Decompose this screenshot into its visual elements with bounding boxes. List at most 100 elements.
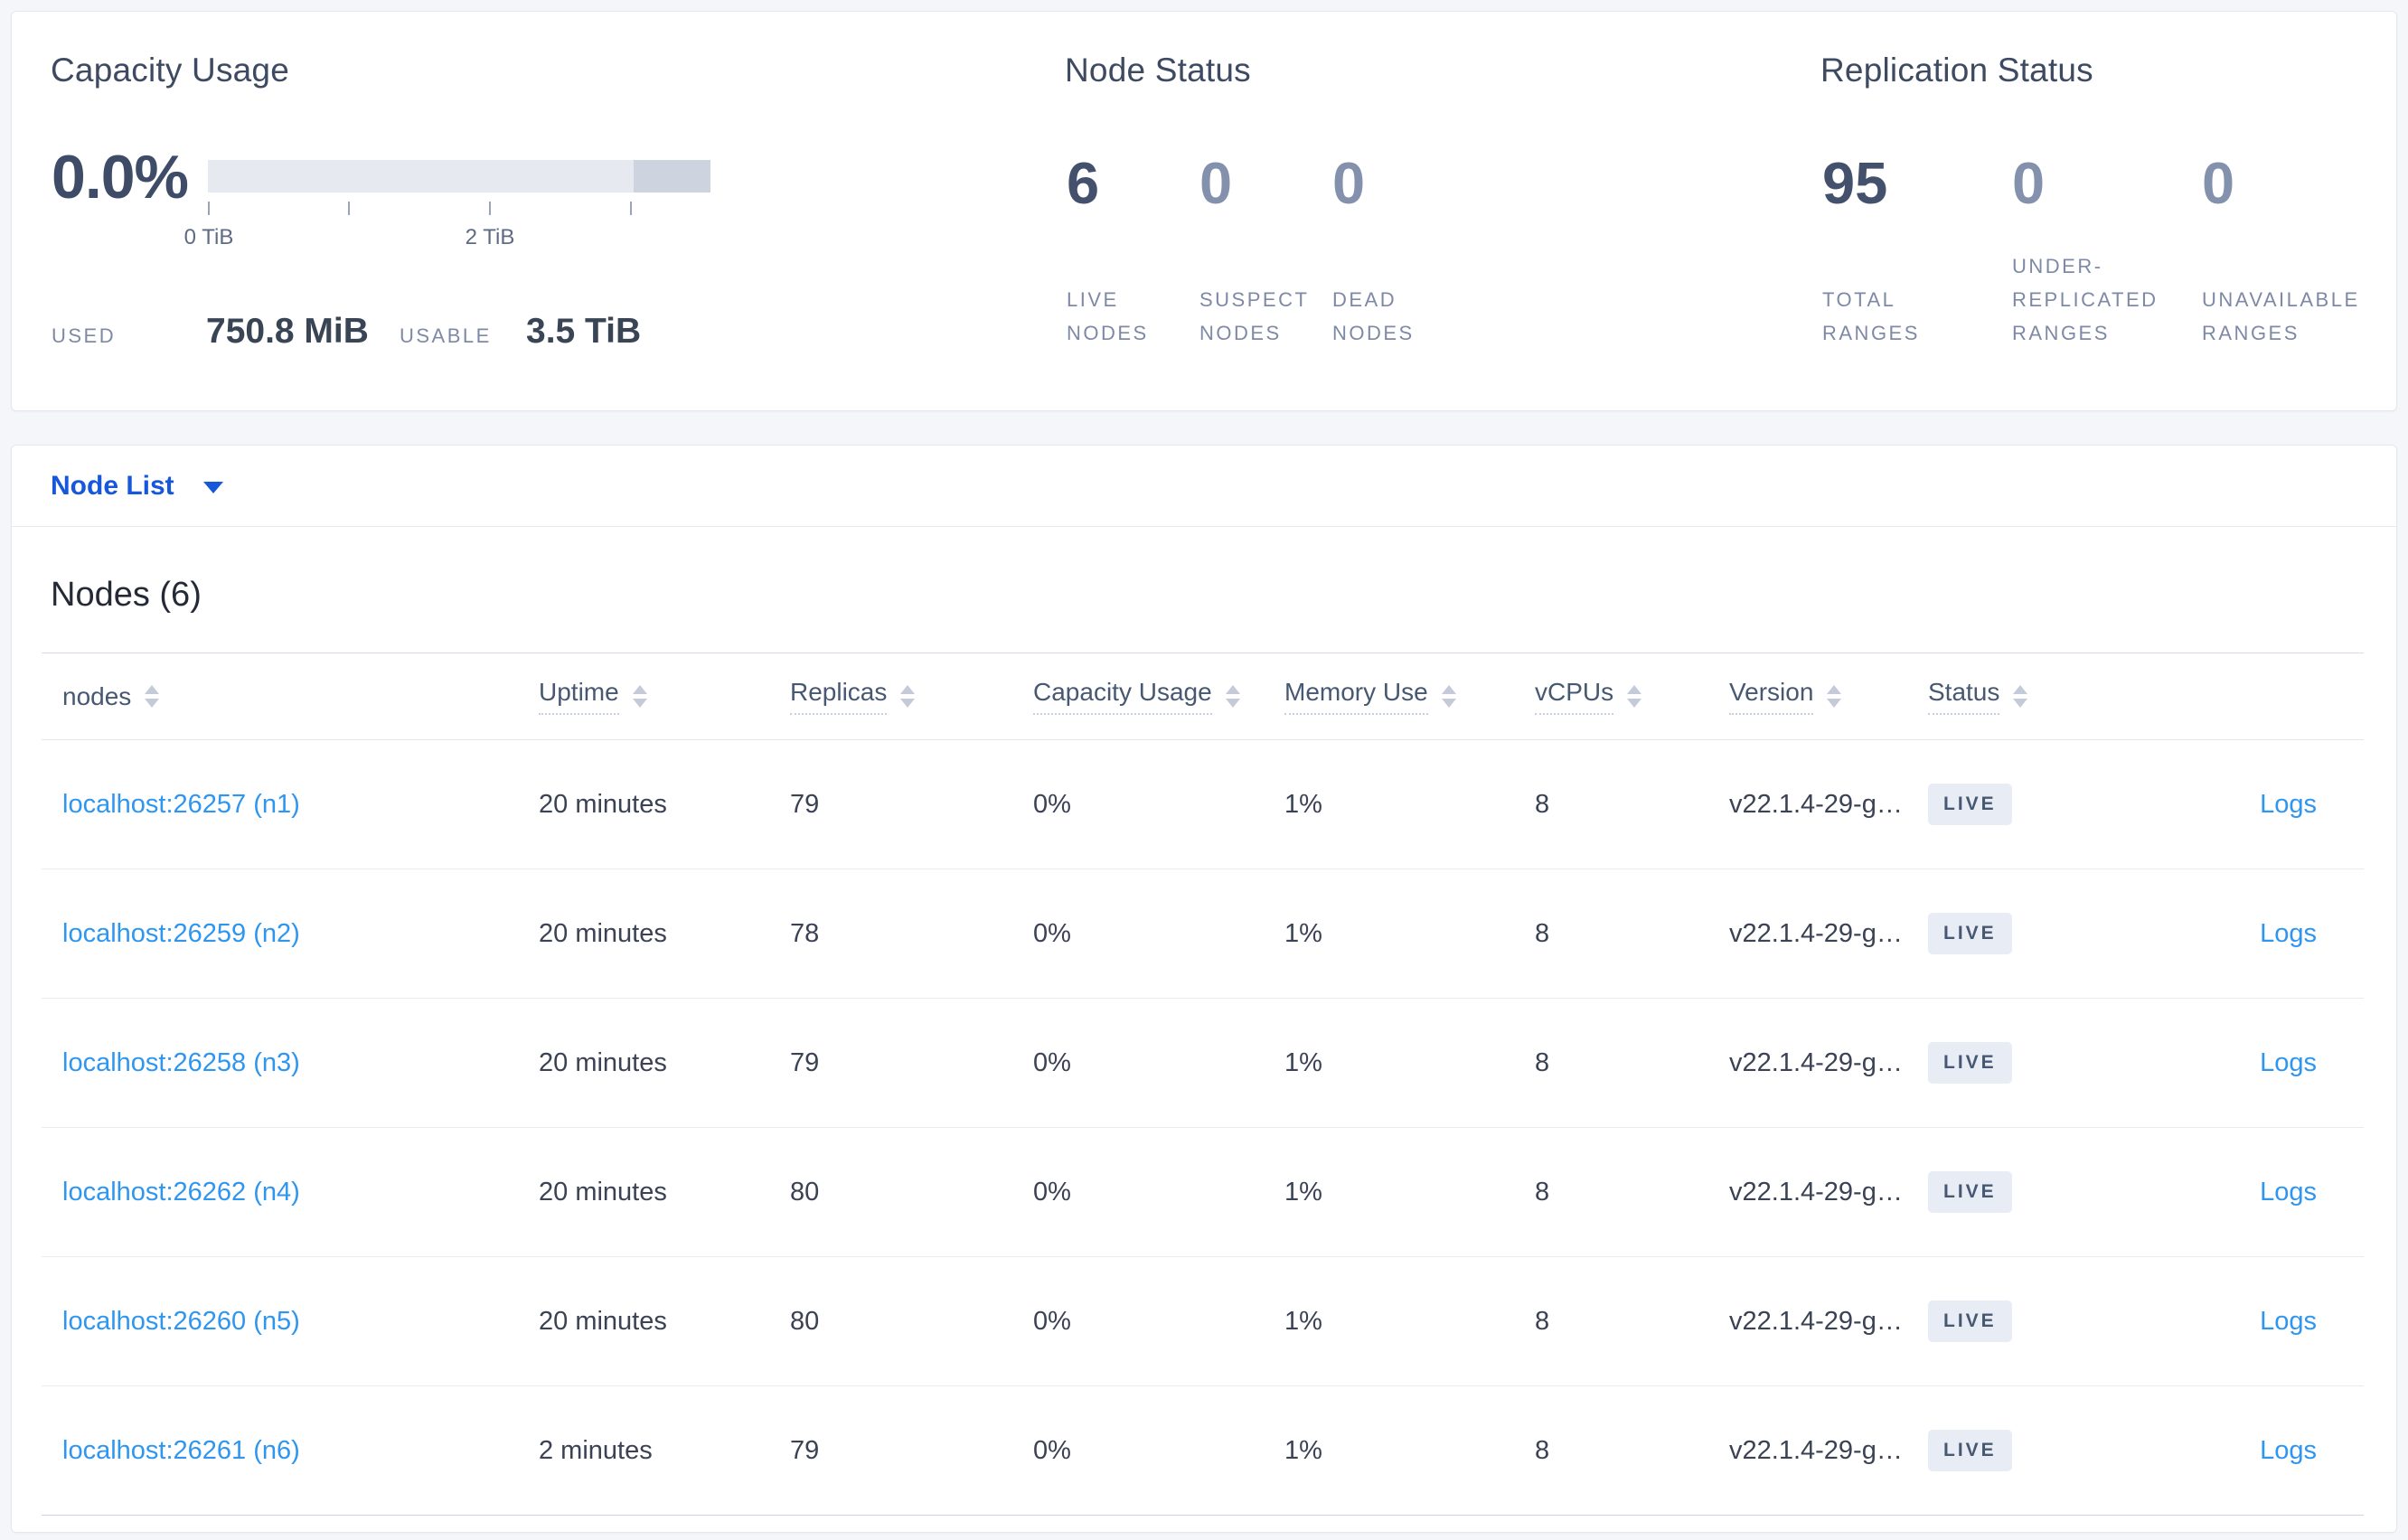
column-header-vcpus[interactable]: vCPUs: [1535, 678, 1729, 715]
logs-link[interactable]: Logs: [2260, 919, 2317, 948]
total-ranges-stat: 95 TOTAL RANGES: [1822, 153, 1999, 350]
capacity-cell: 0%: [1033, 918, 1071, 948]
replication-status-section: Replication Status 95 TOTAL RANGES 0 UND…: [1820, 52, 2399, 377]
caret-down-icon: [202, 482, 223, 493]
node-address-link[interactable]: localhost:26258 (n3): [62, 1048, 300, 1077]
capacity-usage-title: Capacity Usage: [51, 52, 289, 89]
unavailable-ranges-label: UNAVAILABLE RANGES: [2202, 288, 2360, 344]
vcpus-cell: 8: [1535, 1177, 1550, 1207]
uptime-cell: 20 minutes: [539, 1177, 667, 1207]
table-row: localhost:26259 (n2) 20 minutes 78 0% 1%…: [42, 869, 2364, 999]
sort-icon: [1627, 685, 1642, 708]
capacity-bar-reserved-segment: [633, 160, 710, 192]
replication-status-title: Replication Status: [1820, 52, 2093, 89]
nodes-section-title: Nodes (6): [51, 576, 202, 614]
under-replicated-ranges-stat: 0 UNDER-REPLICATED RANGES: [2012, 153, 2189, 350]
under-replicated-ranges-label: UNDER-REPLICATED RANGES: [2012, 255, 2159, 344]
total-ranges-label: TOTAL RANGES: [1822, 288, 1920, 344]
node-address-link[interactable]: localhost:26262 (n4): [62, 1178, 300, 1207]
logs-link[interactable]: Logs: [2260, 1307, 2317, 1336]
axis-tick: [630, 202, 632, 215]
replicas-cell: 80: [790, 1177, 820, 1207]
capacity-cell: 0%: [1033, 1177, 1071, 1207]
node-list-dropdown-label: Node List: [51, 470, 174, 501]
uptime-cell: 20 minutes: [539, 1306, 667, 1336]
table-row: localhost:26261 (n6) 2 minutes 79 0% 1% …: [42, 1386, 2364, 1516]
table-row: localhost:26260 (n5) 20 minutes 80 0% 1%…: [42, 1257, 2364, 1386]
column-header-capacity-usage[interactable]: Capacity Usage: [1033, 678, 1284, 715]
table-row: localhost:26258 (n3) 20 minutes 79 0% 1%…: [42, 999, 2364, 1128]
uptime-cell: 20 minutes: [539, 789, 667, 819]
under-replicated-ranges-count: 0: [2012, 150, 2046, 216]
memory-cell: 1%: [1284, 1177, 1322, 1207]
vcpus-cell: 8: [1535, 789, 1550, 819]
logs-link[interactable]: Logs: [2260, 1436, 2317, 1465]
used-value: 750.8 MiB: [206, 312, 369, 351]
total-ranges-count: 95: [1822, 150, 1888, 216]
column-header-status[interactable]: Status: [1928, 678, 2102, 715]
version-cell: v22.1.4-29-g…: [1729, 1177, 1903, 1207]
column-header-memory-use[interactable]: Memory Use: [1284, 678, 1535, 715]
status-badge: LIVE: [1928, 1430, 2012, 1471]
dead-nodes-stat: 0 DEAD NODES: [1332, 153, 1465, 350]
suspect-nodes-label: SUSPECT NODES: [1199, 288, 1310, 344]
live-nodes-label: LIVE NODES: [1067, 288, 1149, 344]
capacity-bar-axis: 0 TiB 2 TiB: [184, 202, 710, 256]
capacity-usage-legend: USED 750.8 MiB USABLE 3.5 TiB: [51, 310, 955, 364]
version-cell: v22.1.4-29-g…: [1729, 1435, 1903, 1465]
used-label: USED: [52, 324, 117, 347]
version-cell: v22.1.4-29-g…: [1729, 789, 1903, 819]
logs-link[interactable]: Logs: [2260, 1048, 2317, 1077]
status-badge: LIVE: [1928, 1042, 2012, 1084]
axis-tick-label: 2 TiB: [465, 225, 515, 249]
memory-cell: 1%: [1284, 1306, 1322, 1336]
column-header-nodes[interactable]: nodes: [42, 682, 539, 711]
version-cell: v22.1.4-29-g…: [1729, 1047, 1903, 1077]
live-nodes-count: 6: [1067, 150, 1100, 216]
status-badge: LIVE: [1928, 1301, 2012, 1342]
logs-link[interactable]: Logs: [2260, 1178, 2317, 1207]
sort-icon: [145, 685, 160, 708]
uptime-cell: 20 minutes: [539, 918, 667, 948]
sort-icon: [900, 685, 916, 708]
unavailable-ranges-stat: 0 UNAVAILABLE RANGES: [2202, 153, 2379, 350]
capacity-cell: 0%: [1033, 1306, 1071, 1336]
memory-cell: 1%: [1284, 918, 1322, 948]
sort-icon: [632, 685, 647, 708]
node-status-title: Node Status: [1065, 52, 1251, 89]
column-header-uptime[interactable]: Uptime: [539, 678, 790, 715]
memory-cell: 1%: [1284, 1047, 1322, 1077]
dead-nodes-count: 0: [1332, 150, 1366, 216]
usable-value: 3.5 TiB: [526, 312, 642, 351]
sort-icon: [2013, 685, 2028, 708]
node-list-dropdown-bar: Node List: [12, 446, 2396, 527]
node-address-link[interactable]: localhost:26260 (n5): [62, 1307, 300, 1336]
replicas-cell: 79: [790, 789, 820, 819]
node-address-link[interactable]: localhost:26257 (n1): [62, 790, 300, 819]
cluster-summary-card: Capacity Usage 0.0% 0 TiB 2 TiB USED 750…: [11, 11, 2397, 411]
capacity-cell: 0%: [1033, 1047, 1071, 1077]
nodes-table: nodes Uptime Replicas Capacity Usage Mem…: [42, 653, 2364, 1516]
axis-tick: [489, 202, 491, 215]
node-status-section: Node Status 6 LIVE NODES 0 SUSPECT NODES…: [1065, 52, 1752, 377]
capacity-percent-value: 0.0%: [52, 143, 189, 211]
replicas-cell: 78: [790, 918, 820, 948]
live-nodes-stat: 6 LIVE NODES: [1067, 153, 1199, 350]
suspect-nodes-stat: 0 SUSPECT NODES: [1199, 153, 1332, 350]
column-header-version[interactable]: Version: [1729, 678, 1928, 715]
vcpus-cell: 8: [1535, 918, 1550, 948]
capacity-usage-section: Capacity Usage 0.0% 0 TiB 2 TiB USED 750…: [51, 52, 1036, 377]
axis-tick-label: 0 TiB: [183, 225, 234, 249]
unavailable-ranges-count: 0: [2202, 150, 2235, 216]
logs-link[interactable]: Logs: [2260, 790, 2317, 819]
table-row: localhost:26257 (n1) 20 minutes 79 0% 1%…: [42, 740, 2364, 869]
axis-tick: [348, 202, 350, 215]
usable-label: USABLE: [400, 324, 492, 347]
sort-icon: [1225, 685, 1240, 708]
node-list-dropdown[interactable]: Node List: [51, 471, 223, 502]
column-header-replicas[interactable]: Replicas: [790, 678, 1033, 715]
status-badge: LIVE: [1928, 913, 2012, 954]
suspect-nodes-count: 0: [1199, 150, 1233, 216]
node-address-link[interactable]: localhost:26261 (n6): [62, 1436, 300, 1465]
node-address-link[interactable]: localhost:26259 (n2): [62, 919, 300, 948]
